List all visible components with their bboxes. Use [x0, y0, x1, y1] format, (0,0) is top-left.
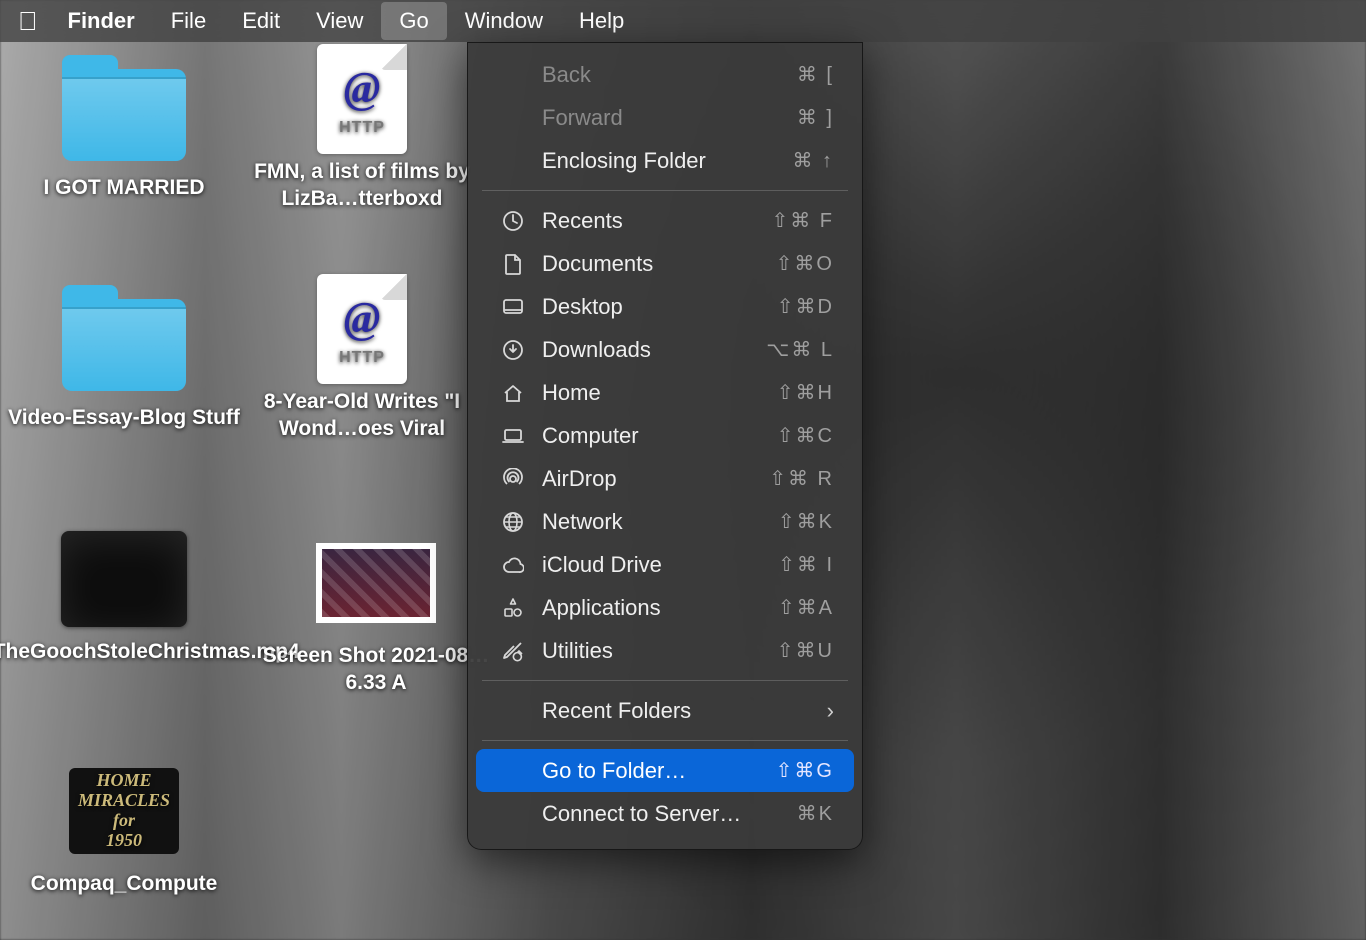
video-thumbnail-icon: HOME MIRACLESfor1950 [61, 760, 187, 862]
apple-menu-icon[interactable]:  [14, 8, 50, 34]
menu-item-shortcut: ⌘K [750, 801, 834, 826]
menu-item[interactable]: Desktop⇧⌘D [476, 285, 854, 328]
menu-item[interactable]: Utilities⇧⌘U [476, 629, 854, 672]
desktop-icon-label: Compaq_Compute [31, 870, 218, 897]
menu-item[interactable]: Recents⇧⌘ F [476, 199, 854, 242]
desktop-icon[interactable]: I GOT MARRIED [8, 64, 240, 201]
menubar-item-file[interactable]: File [153, 2, 224, 40]
menu-item-shortcut: ⇧⌘ F [750, 208, 834, 233]
webloc-subtype: HTTP [339, 118, 385, 139]
screenshot-thumbnail-icon [313, 532, 439, 634]
menu-item[interactable]: Network⇧⌘K [476, 500, 854, 543]
cloud-icon [498, 554, 528, 576]
menu-item[interactable]: Recent Folders› [476, 689, 854, 732]
desktop-icon[interactable]: Screen Shot 2021-08…6.33 A [260, 532, 492, 697]
desktop-icon[interactable]: Video-Essay-Blog Stuff [8, 294, 240, 431]
menu-item[interactable]: Go to Folder…⇧⌘G [476, 749, 854, 792]
tools-icon [498, 640, 528, 662]
desktop-icon-label: 8-Year-Old Writes "I Wond…oes Viral [246, 388, 478, 443]
desktop-icon[interactable]: HowTheGoochStoleChristmas.mp4 [8, 528, 240, 665]
menu-item-shortcut: ⇧⌘ R [750, 466, 834, 491]
menu-item-label: Computer [542, 423, 750, 449]
desktop-icon[interactable]: HOME MIRACLESfor1950 Compaq_Compute [8, 760, 240, 897]
menu-item[interactable]: Enclosing Folder⌘ ↑ [476, 139, 854, 182]
menu-item-label: Applications [542, 595, 750, 621]
menu-item-shortcut: ⌥⌘ L [750, 337, 834, 362]
menubar:  Finder File Edit View Go Window Help [0, 0, 1366, 42]
menu-item-shortcut: ⇧⌘G [750, 758, 834, 783]
menu-item[interactable]: Downloads⌥⌘ L [476, 328, 854, 371]
menu-item[interactable]: Connect to Server…⌘K [476, 792, 854, 835]
menu-item: Forward⌘ ] [476, 96, 854, 139]
menu-item[interactable]: Computer⇧⌘C [476, 414, 854, 457]
menu-item[interactable]: iCloud Drive⇧⌘ I [476, 543, 854, 586]
menubar-item-edit[interactable]: Edit [224, 2, 298, 40]
menu-item-shortcut: ⇧⌘ I [750, 552, 834, 577]
desktop-icon[interactable]: @HTTP 8-Year-Old Writes "I Wond…oes Viral [246, 278, 478, 443]
menubar-item-view[interactable]: View [298, 2, 381, 40]
menu-item-label: Connect to Server… [542, 801, 750, 827]
desktop-icon[interactable]: @HTTP FMN, a list of films by LizBa…tterb… [246, 48, 478, 213]
menu-item[interactable]: Home⇧⌘H [476, 371, 854, 414]
menu-item-label: Network [542, 509, 750, 535]
desktop-icon [498, 296, 528, 318]
menu-item-label: Recents [542, 208, 750, 234]
apps-icon [498, 597, 528, 619]
menu-item-shortcut: ⇧⌘C [750, 423, 834, 448]
download-icon [498, 339, 528, 361]
webloc-icon: @HTTP [299, 48, 425, 150]
webloc-subtype: HTTP [339, 348, 385, 369]
menu-item[interactable]: AirDrop⇧⌘ R [476, 457, 854, 500]
clock-icon [498, 210, 528, 232]
menu-separator [482, 740, 848, 741]
menu-item-shortcut: ⇧⌘A [750, 595, 834, 620]
home-icon [498, 382, 528, 404]
menu-item-label: Downloads [542, 337, 750, 363]
menu-item-shortcut: ⇧⌘D [750, 294, 834, 319]
airdrop-icon [498, 468, 528, 490]
folder-icon [61, 294, 187, 396]
folder-icon [61, 64, 187, 166]
laptop-icon [498, 425, 528, 447]
menu-item-label: Utilities [542, 638, 750, 664]
menu-item-label: Documents [542, 251, 750, 277]
menubar-item-go[interactable]: Go [381, 2, 446, 40]
menu-item-label: AirDrop [542, 466, 750, 492]
menu-item-shortcut: ⇧⌘H [750, 380, 834, 405]
menu-item-label: Back [542, 62, 750, 88]
desktop-icon-label: Screen Shot 2021-08…6.33 A [260, 642, 492, 697]
menu-item-shortcut: ⌘ ↑ [750, 148, 834, 173]
menubar-item-window[interactable]: Window [447, 2, 561, 40]
webloc-icon: @HTTP [299, 278, 425, 380]
menu-separator [482, 680, 848, 681]
desktop-icon-label: I GOT MARRIED [44, 174, 205, 201]
menu-item[interactable]: Applications⇧⌘A [476, 586, 854, 629]
desktop-icon-label: FMN, a list of films by LizBa…tterboxd [246, 158, 478, 213]
menu-item-shortcut: ⇧⌘O [750, 251, 834, 276]
menu-item-label: Desktop [542, 294, 750, 320]
menu-item-shortcut: ⌘ [ [750, 62, 834, 87]
menu-item-label: Go to Folder… [542, 758, 750, 784]
menubar-item-help[interactable]: Help [561, 2, 642, 40]
menu-item: Back⌘ [ [476, 53, 854, 96]
menu-item-label: Forward [542, 105, 750, 131]
globe-icon [498, 511, 528, 533]
menu-item-shortcut: ⌘ ] [750, 105, 834, 130]
menu-item-label: Recent Folders [542, 698, 827, 724]
menu-item[interactable]: Documents⇧⌘O [476, 242, 854, 285]
desktop-icon-label: Video-Essay-Blog Stuff [8, 404, 240, 431]
menu-item-label: Enclosing Folder [542, 148, 750, 174]
menu-item-label: Home [542, 380, 750, 406]
menu-item-label: iCloud Drive [542, 552, 750, 578]
doc-icon [498, 253, 528, 275]
menubar-app[interactable]: Finder [50, 2, 153, 40]
go-menu-dropdown: Back⌘ [Forward⌘ ]Enclosing Folder⌘ ↑Rece… [467, 42, 863, 850]
video-file-icon [61, 528, 187, 630]
chevron-right-icon: › [827, 698, 834, 724]
menu-separator [482, 190, 848, 191]
menu-item-shortcut: ⇧⌘K [750, 509, 834, 534]
menu-item-shortcut: ⇧⌘U [750, 638, 834, 663]
desktop-icon-label: HowTheGoochStoleChristmas.mp4 [0, 638, 300, 665]
